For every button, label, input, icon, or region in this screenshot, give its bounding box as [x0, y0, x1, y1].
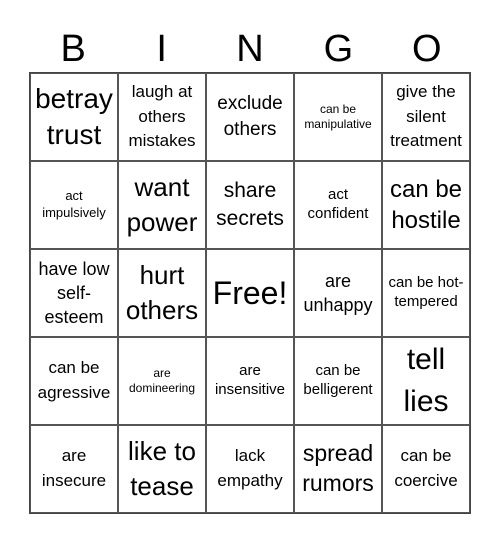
bingo-cell[interactable]: act impulsively — [30, 161, 118, 249]
bingo-cell[interactable]: can be hostile — [382, 161, 470, 249]
bingo-cell[interactable]: share secrets — [206, 161, 294, 249]
header-letter-g: G — [323, 28, 354, 70]
bingo-cell[interactable]: have low self-esteem — [30, 249, 118, 337]
bingo-cell[interactable]: can be hot-tempered — [382, 249, 470, 337]
header-letter-i: I — [156, 28, 167, 70]
bingo-cell[interactable]: can be coercive — [382, 425, 470, 513]
bingo-cell[interactable]: like to tease — [118, 425, 206, 513]
bingo-cell[interactable]: are unhappy — [294, 249, 382, 337]
bingo-cell[interactable]: can be belligerent — [294, 337, 382, 425]
bingo-cell[interactable]: act confident — [294, 161, 382, 249]
header-letter-o: O — [412, 28, 442, 70]
free-space-cell[interactable]: Free! — [206, 249, 294, 337]
bingo-header: B I N G O — [29, 26, 471, 72]
bingo-cell[interactable]: spread rumors — [294, 425, 382, 513]
bingo-cell[interactable]: give the silent treatment — [382, 73, 470, 161]
bingo-grid: betray trust laugh at others mistakes ex… — [29, 72, 471, 514]
bingo-cell[interactable]: lack empathy — [206, 425, 294, 513]
bingo-cell[interactable]: want power — [118, 161, 206, 249]
bingo-cell[interactable]: can be manipulative — [294, 73, 382, 161]
bingo-cell[interactable]: hurt others — [118, 249, 206, 337]
header-letter-b: B — [60, 28, 86, 70]
bingo-cell[interactable]: laugh at others mistakes — [118, 73, 206, 161]
bingo-cell[interactable]: are domineering — [118, 337, 206, 425]
header-letter-n: N — [236, 28, 264, 70]
bingo-cell[interactable]: can be agressive — [30, 337, 118, 425]
bingo-cell[interactable]: are insensitive — [206, 337, 294, 425]
bingo-cell[interactable]: are insecure — [30, 425, 118, 513]
bingo-cell[interactable]: tell lies — [382, 337, 470, 425]
bingo-cell[interactable]: exclude others — [206, 73, 294, 161]
bingo-cell[interactable]: betray trust — [30, 73, 118, 161]
